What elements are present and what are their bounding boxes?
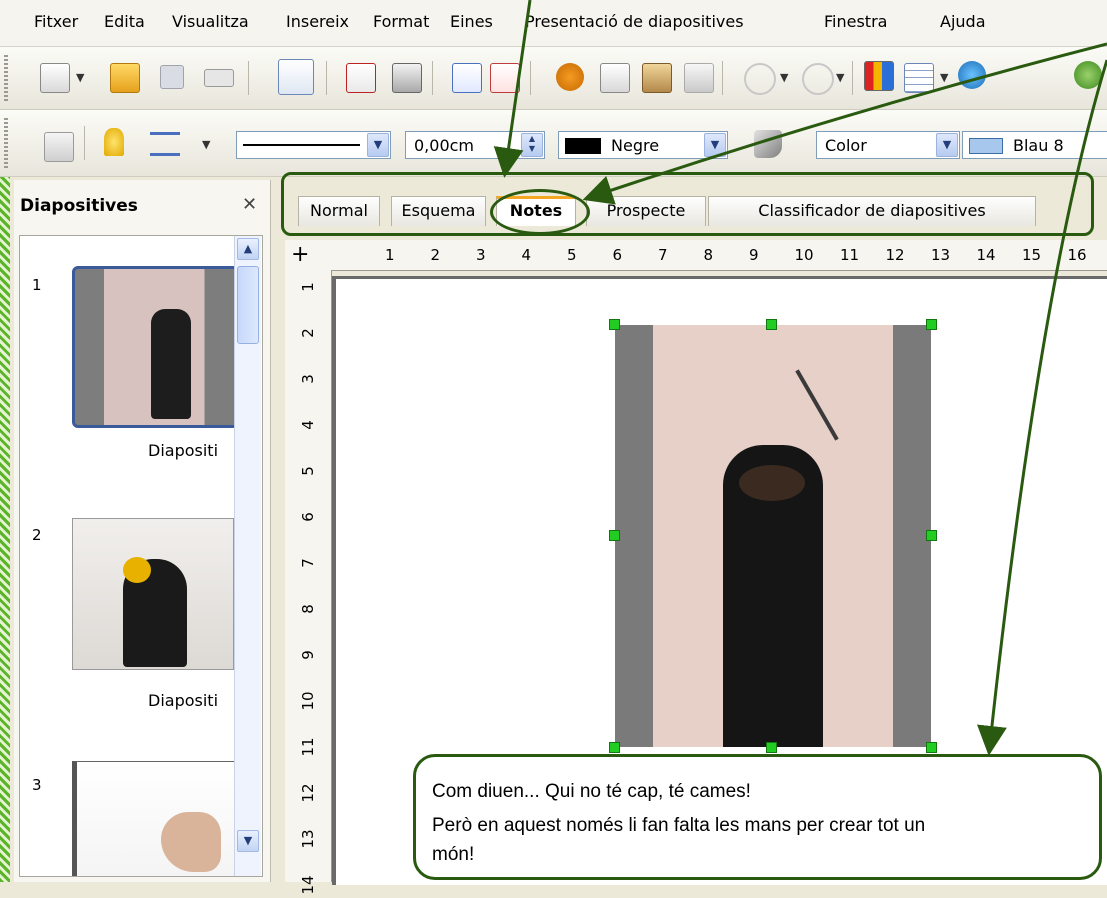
arrow-to-tabs bbox=[493, 0, 532, 178]
callout-arrows bbox=[493, 0, 1107, 756]
arrow-to-notes-text bbox=[977, 59, 1107, 756]
arrow-to-notes-tab bbox=[582, 42, 1107, 205]
